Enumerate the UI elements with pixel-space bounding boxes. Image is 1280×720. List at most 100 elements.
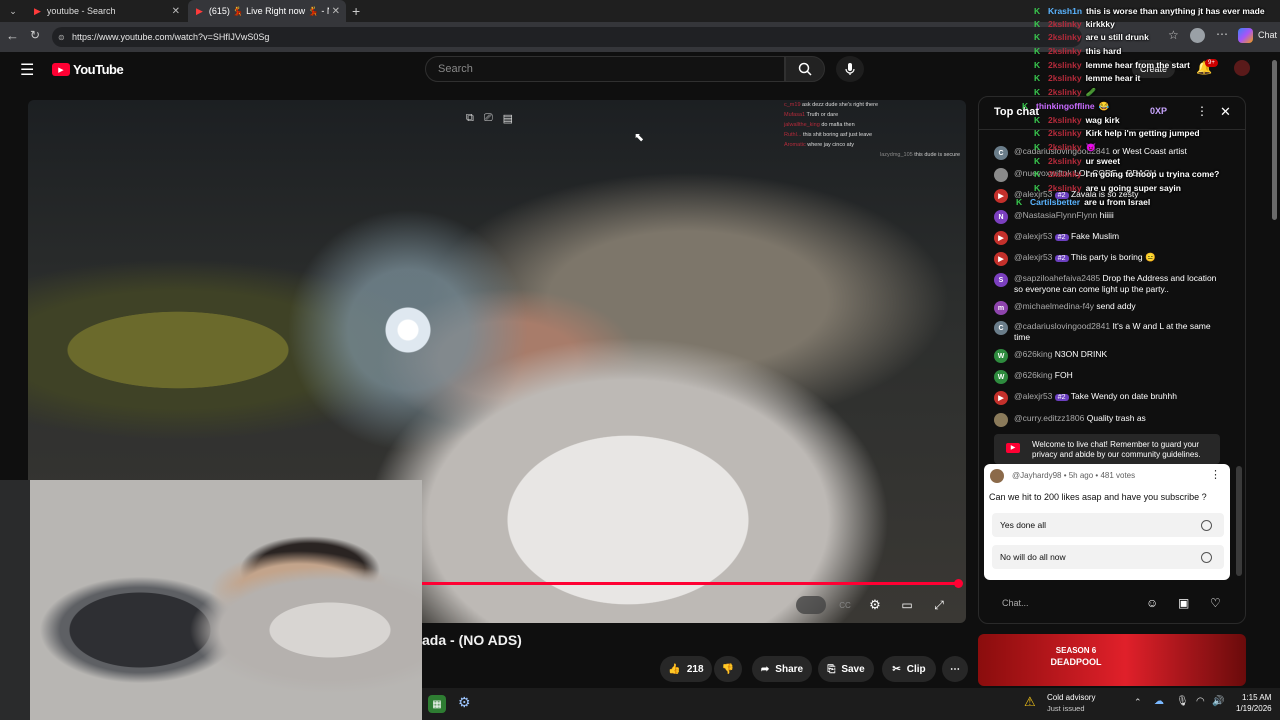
hamburger-menu-icon[interactable]: ☰ xyxy=(20,60,34,80)
overlay-chat-line: K 2kslinky wag kirk xyxy=(1034,114,1120,127)
video-progress-bar[interactable] xyxy=(420,582,960,585)
page-scrollbar[interactable] xyxy=(1272,60,1277,220)
tab-youtube-search[interactable]: ▶ youtube - Search ✕ xyxy=(26,0,186,22)
close-icon[interactable]: ✕ xyxy=(332,6,340,17)
wifi-icon[interactable]: ◠ xyxy=(1196,696,1205,707)
video-chat-overlay-line: Mufasa1 Truth or dare xyxy=(784,112,839,118)
overlay-message: are u still drunk xyxy=(1085,32,1149,42)
chat-welcome-banner: ▶ Welcome to live chat! Remember to guar… xyxy=(994,434,1220,464)
onedrive-icon[interactable]: ☁ xyxy=(1154,696,1164,707)
chat-scrollbar[interactable] xyxy=(1236,466,1242,576)
captions-icon[interactable]: CC xyxy=(834,596,856,614)
settings-gear-icon[interactable]: ⚙ xyxy=(864,596,886,614)
fullscreen-icon[interactable]: ⤢ xyxy=(928,596,950,614)
share-button[interactable]: ➦ Share xyxy=(752,656,812,682)
overlay-username: 2kslinky xyxy=(1048,169,1082,179)
overlay-chat-line: K 2kslinky lemme hear from the start xyxy=(1034,59,1190,72)
show-hidden-icons-icon[interactable]: ⌃ xyxy=(1134,697,1142,708)
overlay-chat-line: K 2kslinky kirkkky xyxy=(1034,18,1115,31)
theater-mode-icon[interactable]: ▭ xyxy=(896,596,918,614)
player-top-controls: ⧉ ⎚ ▤ xyxy=(466,112,513,125)
site-info-icon[interactable]: ⊜ xyxy=(58,33,65,42)
overlay-chat-line: K 2kslinky are u still drunk xyxy=(1034,31,1149,44)
poll-question: Can we hit to 200 likes asap and have yo… xyxy=(989,492,1207,502)
back-icon[interactable]: ← xyxy=(6,28,19,43)
chat-message: ▶ @alexjr53 #2 This party is boring 😑 xyxy=(994,252,1224,266)
chat-message: @curry.editzz1806 Quality trash as xyxy=(994,413,1224,427)
address-bar[interactable]: ⊜ https://www.youtube.com/watch?v=SHfIJV… xyxy=(52,27,1082,47)
progress-scrubber-handle[interactable] xyxy=(954,579,963,588)
overlay-username: Krash1n xyxy=(1048,6,1083,16)
steam-icon[interactable]: ⚙ xyxy=(458,694,471,711)
cast-icon[interactable]: ⎚ xyxy=(484,112,493,125)
copilot-icon[interactable] xyxy=(1238,28,1253,43)
notes-icon[interactable]: ▤ xyxy=(503,112,513,125)
thumbs-down-icon: 👎 xyxy=(721,663,735,675)
chat-menu-icon[interactable]: ⋮ xyxy=(1196,104,1208,118)
youtube-favicon-icon: ▶ xyxy=(196,5,203,16)
autoplay-toggle[interactable] xyxy=(796,596,826,614)
avatar: m xyxy=(994,301,1008,315)
kick-logo-icon: K xyxy=(1034,32,1041,42)
youtube-logo[interactable]: ▶ YouTube xyxy=(52,62,124,77)
miniplayer-icon[interactable]: ⧉ xyxy=(466,112,474,125)
chat-message: C @cadariuslovingood2841 It's a W and L … xyxy=(994,321,1224,343)
overlay-message: ur sweet xyxy=(1085,156,1121,166)
profile-avatar[interactable] xyxy=(1190,28,1205,43)
more-actions-button[interactable]: ⋯ xyxy=(942,656,968,682)
clip-button[interactable]: ✂ Clip xyxy=(882,656,936,682)
super-chat-icon[interactable]: ▣ xyxy=(1178,596,1189,610)
poll-meta: @Jayhardy98 • 5h ago • 481 votes xyxy=(1012,471,1136,480)
app-icon[interactable]: ▦ xyxy=(428,695,446,713)
browser-menu-icon[interactable]: ⋯ xyxy=(1216,27,1228,41)
share-label: Share xyxy=(775,663,804,675)
save-button[interactable]: ⎘ Save xyxy=(818,656,874,682)
xp-badge[interactable]: 0XP xyxy=(1150,106,1167,116)
avatar: ▶ xyxy=(994,252,1008,266)
chat-input[interactable]: Chat... xyxy=(994,592,1134,614)
voice-search-button[interactable] xyxy=(836,56,864,82)
overlay-chat-line: K 2kslinky are u going super sayin xyxy=(1034,182,1181,195)
radio-icon xyxy=(1201,519,1212,531)
overlay-message: lemme hear from the start xyxy=(1085,60,1190,70)
microphone-tray-icon[interactable]: 🎙 xyxy=(1176,696,1189,707)
poll-option[interactable]: No will do all now xyxy=(992,545,1224,569)
avatar: W xyxy=(994,349,1008,363)
tab-list-icon[interactable]: ⌄ xyxy=(6,4,20,18)
clock-time[interactable]: 1:15 AM xyxy=(1242,693,1271,702)
poll-author-avatar xyxy=(990,469,1004,483)
account-avatar[interactable] xyxy=(1234,60,1250,76)
bookmark-star-icon[interactable]: ☆ xyxy=(1168,28,1179,42)
reload-icon[interactable]: ↻ xyxy=(30,28,40,42)
new-tab-icon[interactable]: + xyxy=(352,3,360,19)
poll-option[interactable]: Yes done all xyxy=(992,513,1224,537)
logo-text: YouTube xyxy=(73,62,124,77)
windows-taskbar xyxy=(422,688,1280,720)
chat-message: N @NastasiaFlynnFlynn hiiiii xyxy=(994,210,1224,224)
search-button[interactable] xyxy=(785,56,825,82)
kick-logo-icon: K xyxy=(1034,6,1041,16)
sidebar-ad-banner[interactable] xyxy=(978,634,1246,686)
copilot-chat-label[interactable]: Chat xyxy=(1258,30,1277,40)
overlay-chat-line: K 2kslinky I'm going to hoop u tryina come… xyxy=(1034,168,1219,181)
emoji-icon[interactable]: ☺ xyxy=(1146,596,1158,610)
overlay-username: 2kslinky xyxy=(1048,60,1082,70)
poll-menu-icon[interactable]: ⋮ xyxy=(1210,468,1221,481)
warning-icon[interactable]: ⚠ xyxy=(1024,694,1036,710)
clock-date[interactable]: 1/19/2026 xyxy=(1236,704,1272,713)
overlay-message: 😂 xyxy=(1098,101,1110,111)
like-button[interactable]: 👍 218 xyxy=(660,656,712,682)
dislike-button[interactable]: 👎 xyxy=(714,656,742,682)
overlay-message: this is worse than anything jt has ever … xyxy=(1086,6,1265,16)
heart-icon[interactable]: ♡ xyxy=(1210,596,1221,610)
close-chat-icon[interactable]: ✕ xyxy=(1220,104,1231,120)
kick-logo-icon: K xyxy=(1034,183,1041,193)
bookmark-icon: ⎘ xyxy=(827,663,836,675)
close-icon[interactable]: ✕ xyxy=(172,6,180,17)
overlay-username: 2kslinky xyxy=(1048,115,1082,125)
search-input[interactable]: Search xyxy=(425,56,785,82)
volume-icon[interactable]: 🔊 xyxy=(1212,696,1224,707)
overlay-username: 2kslinky xyxy=(1048,32,1082,42)
tab-live-video[interactable]: ▶ (615) 💃 Live Right now 💃 - N3o ✕ xyxy=(188,0,346,22)
weather-title: Cold advisory xyxy=(1047,693,1096,702)
